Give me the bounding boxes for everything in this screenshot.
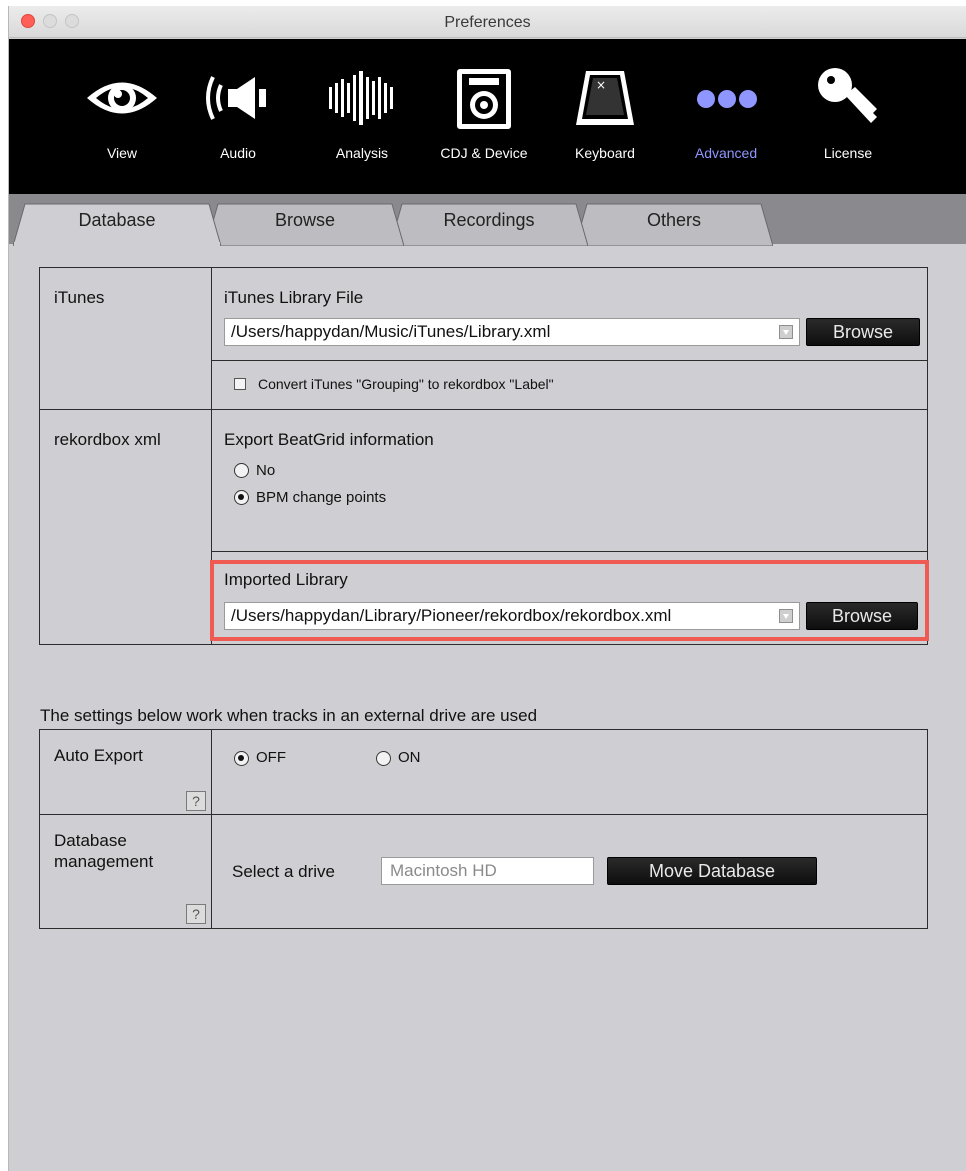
toolbar-analysis[interactable]: Analysis [307,39,417,194]
tab-browse-label: Browse [274,210,336,230]
window-title: Preferences [444,14,531,31]
toolbar-cdj-device-label: CDJ & Device [440,145,528,161]
tab-database-label: Database [78,210,156,230]
imported-library-highlight [210,560,929,641]
toolbar-keyboard-label: Keyboard [575,145,635,161]
tab-strip: Others Recordings Browse Database [9,194,966,246]
keyboard-key-icon: × [550,67,660,129]
auto-export-off-radio[interactable] [234,751,249,766]
preferences-window: Preferences View Audio Analysis CDJ & De… [8,6,966,1171]
auto-export-on-radio[interactable] [376,751,391,766]
itunes-divider [212,360,927,361]
preferences-toolbar: View Audio Analysis CDJ & Device × Keybo… [9,39,966,194]
toolbar-view-label: View [106,145,138,161]
external-drive-note: The settings below work when tracks in a… [40,706,538,725]
auto-export-off-label: OFF [256,749,286,766]
database-management-help-icon[interactable]: ? [186,904,206,924]
toolbar-advanced-label: Advanced [694,145,758,161]
panel-divider [40,409,927,410]
panel-divider [40,814,927,815]
auto-export-on-label: ON [398,749,421,766]
toolbar-license-label: License [823,145,873,161]
database-management-label-line1: Database [54,831,127,850]
auto-export-help-icon[interactable]: ? [186,791,206,811]
toolbar-audio-label: Audio [220,145,256,161]
itunes-section-label: iTunes [54,288,105,307]
auto-export-label: Auto Export [54,746,143,765]
beatgrid-no-label: No [256,462,276,479]
svg-text:×: × [596,78,606,92]
key-icon [793,67,903,129]
itunes-library-path-value: /Users/happydan/Music/iTunes/Library.xml [231,322,551,341]
toolbar-advanced[interactable]: Advanced [671,39,781,194]
select-drive-label: Select a drive [232,862,335,881]
toolbar-keyboard[interactable]: × Keyboard [550,39,660,194]
toolbar-cdj-device[interactable]: CDJ & Device [429,39,539,194]
waveform-bars-icon [307,67,417,129]
tab-browse[interactable]: Browse [206,202,404,246]
database-management-label-line2: management [54,852,154,871]
convert-grouping-checkbox[interactable] [234,378,246,390]
convert-grouping-label: Convert iTunes "Grouping" to rekordbox "… [258,376,554,392]
title-bar: Preferences [9,6,966,38]
tab-recordings-label: Recordings [443,210,535,230]
itunes-library-path-select[interactable]: /Users/happydan/Music/iTunes/Library.xml [224,318,800,346]
xml-divider [212,551,927,552]
itunes-browse-button[interactable]: Browse [806,318,920,346]
eye-icon [67,67,177,129]
dropdown-arrow-icon [779,325,793,339]
tab-database[interactable]: Database [13,202,221,246]
export-beatgrid-label: Export BeatGrid information [224,430,434,449]
tab-others[interactable]: Others [575,202,773,246]
rekordbox-xml-section-label: rekordbox xml [54,430,161,449]
toolbar-analysis-label: Analysis [335,145,389,161]
panel-left-column [40,268,212,644]
move-database-button[interactable]: Move Database [607,857,817,885]
beatgrid-bpm-change-label: BPM change points [256,489,387,506]
external-drive-panel: Auto Export ? OFF ON Database management… [39,729,928,929]
speaker-device-icon [429,67,539,129]
toolbar-audio[interactable]: Audio [183,39,293,194]
toolbar-license[interactable]: License [793,39,903,194]
itunes-library-file-label: iTunes Library File [224,288,364,307]
three-dots-icon [671,67,781,129]
tab-recordings[interactable]: Recordings [390,202,588,246]
tab-others-label: Others [646,210,702,230]
drive-select-field[interactable]: Macintosh HD [381,857,594,885]
speaker-icon [183,67,293,129]
beatgrid-bpm-change-radio[interactable] [234,490,249,505]
beatgrid-no-radio[interactable] [234,463,249,478]
toolbar-view[interactable]: View [67,39,177,194]
